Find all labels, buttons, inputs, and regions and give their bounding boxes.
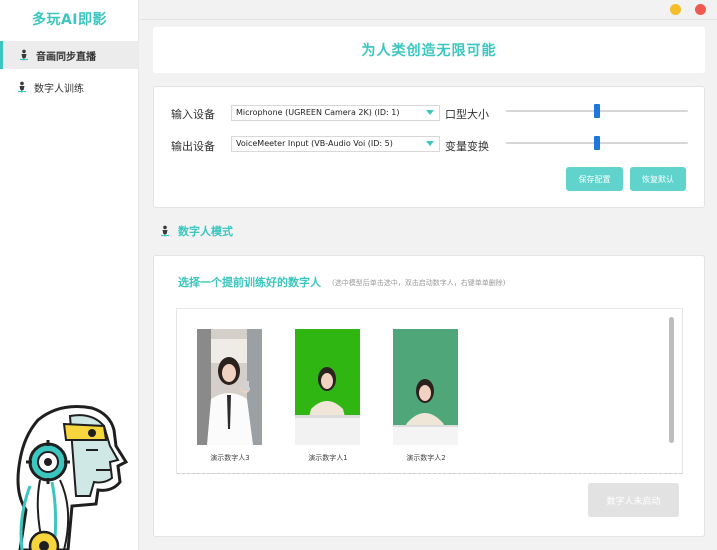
digital-human-thumbnail[interactable]	[393, 329, 458, 445]
window-minimize-icon[interactable]	[670, 4, 681, 15]
mouth-size-slider[interactable]	[506, 104, 688, 118]
caret-down-icon	[426, 141, 434, 146]
person-pin-icon	[161, 225, 169, 237]
digital-human-thumbnail[interactable]	[295, 329, 360, 445]
brand-title: 多玩AI即影	[31, 12, 108, 28]
reset-default-button[interactable]: 恢复默认	[630, 167, 686, 191]
digital-human-hint: (选中模型后单击选中，双击启动数字人，右键单单删除)	[332, 279, 506, 287]
section-heading: 数字人模式	[159, 223, 233, 239]
sidebar-item-label: 音画同步直播	[36, 51, 96, 63]
mouth-size-label: 口型大小	[445, 108, 489, 121]
window-close-icon[interactable]	[695, 4, 706, 15]
digital-human-card[interactable]: 演示数字人2	[393, 329, 459, 463]
input-device-label: 输入设备	[171, 108, 215, 121]
caret-down-icon	[426, 110, 434, 115]
digital-human-caption: 演示数字人2	[406, 454, 446, 462]
start-digital-human-button[interactable]: 数字人未启动	[588, 483, 679, 517]
voice-change-slider[interactable]	[506, 136, 688, 150]
input-device-value: Microphone (UGREEN Camera 2K) (ID: 1)	[236, 108, 400, 117]
digital-human-panel: 选择一个提前训练好的数字人 (选中模型后单击选中，双击启动数字人，右键单单删除)	[153, 255, 705, 537]
digital-human-card[interactable]: 演示数字人1	[295, 329, 361, 463]
save-config-button[interactable]: 保存配置	[566, 167, 623, 191]
banner: 为人类创造无限可能	[153, 27, 705, 73]
voice-change-label: 变量变换	[445, 140, 489, 153]
person-pin-icon	[18, 81, 26, 93]
robot-illustration	[16, 405, 129, 550]
list-divider	[177, 473, 682, 474]
slider-thumb[interactable]	[594, 104, 600, 118]
digital-human-thumbnail[interactable]	[197, 329, 262, 445]
output-device-select[interactable]: VoiceMeeter Input (VB-Audio Voi (ID: 5)	[231, 136, 440, 152]
sidebar: 多玩AI即影 音画同步直播 数字人训练	[0, 0, 139, 550]
sidebar-item-label: 数字人训练	[34, 83, 84, 95]
banner-title: 为人类创造无限可能	[361, 43, 497, 59]
sidebar-item-live-sync[interactable]: 音画同步直播	[0, 41, 139, 69]
digital-human-caption: 演示数字人3	[210, 454, 250, 462]
digital-human-title: 选择一个提前训练好的数字人	[178, 276, 321, 289]
slider-thumb[interactable]	[594, 136, 600, 150]
digital-human-caption: 演示数字人1	[308, 454, 348, 462]
device-settings-panel: 输入设备 Microphone (UGREEN Camera 2K) (ID: …	[153, 86, 705, 208]
digital-human-list[interactable]: 演示数字人3 演示数字人1 演示数字人2	[176, 308, 683, 474]
digital-human-card[interactable]: 演示数字人3	[197, 329, 263, 463]
title-bar	[140, 0, 717, 20]
sidebar-item-training[interactable]: 数字人训练	[0, 73, 139, 101]
input-device-select[interactable]: Microphone (UGREEN Camera 2K) (ID: 1)	[231, 105, 440, 121]
section-heading-text: 数字人模式	[178, 225, 233, 238]
list-scrollbar[interactable]	[666, 313, 676, 467]
output-device-value: VoiceMeeter Input (VB-Audio Voi (ID: 5)	[236, 139, 393, 148]
person-pin-icon	[20, 49, 28, 61]
scrollbar-thumb[interactable]	[669, 317, 674, 443]
output-device-label: 输出设备	[171, 140, 215, 153]
